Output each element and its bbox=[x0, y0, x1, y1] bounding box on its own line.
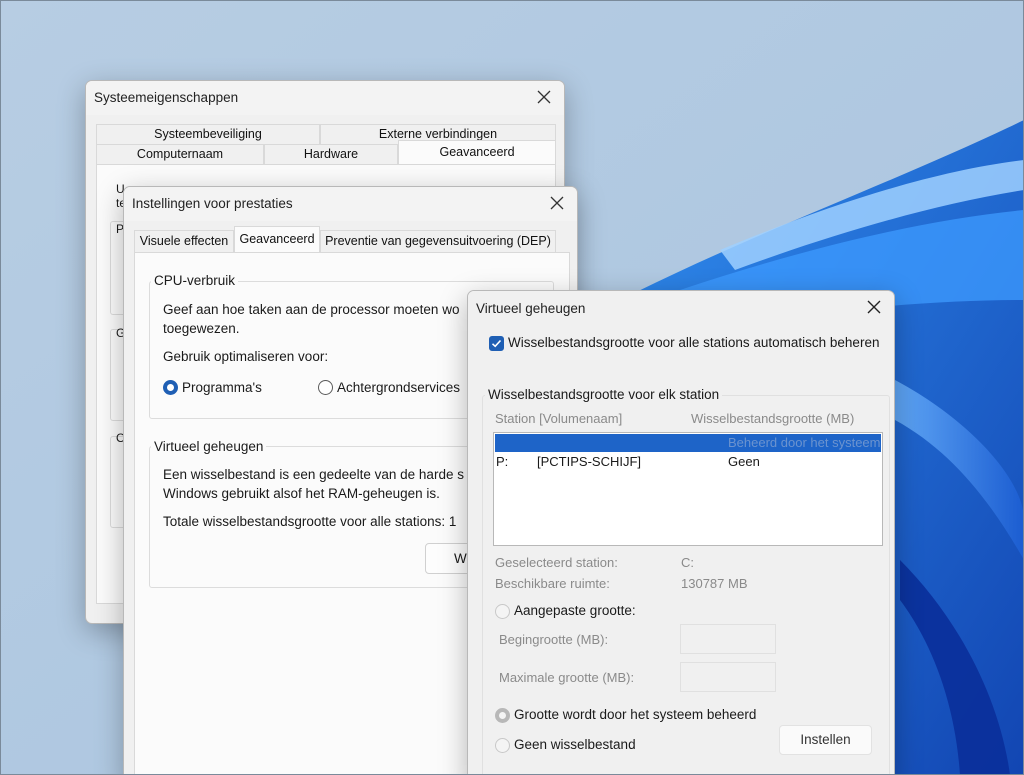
close-icon[interactable] bbox=[866, 299, 882, 315]
programs-label[interactable]: Programma's bbox=[182, 380, 262, 395]
programs-radio[interactable] bbox=[163, 380, 178, 395]
auto-manage-label[interactable]: Wisselbestandsgrootte voor alle stations… bbox=[508, 335, 879, 350]
window-title: Instellingen voor prestaties bbox=[132, 196, 293, 211]
no-paging-radio[interactable] bbox=[495, 738, 510, 753]
tab-system-protection[interactable]: Systeembeveiliging bbox=[96, 124, 320, 145]
no-paging-label[interactable]: Geen wisselbestand bbox=[514, 737, 636, 752]
tab-advanced[interactable]: Geavanceerd bbox=[234, 226, 320, 253]
optimize-label: Gebruik optimaliseren voor: bbox=[163, 349, 329, 364]
window-title: Virtueel geheugen bbox=[476, 301, 586, 316]
drive-size: Beheerd door het systeem bbox=[728, 435, 881, 450]
drive-list[interactable]: C: Beheerd door het systeem P: [PCTIPS-S… bbox=[493, 432, 883, 546]
drive-size: Geen bbox=[728, 454, 760, 469]
custom-size-label[interactable]: Aangepaste grootte: bbox=[514, 603, 636, 618]
system-managed-radio[interactable] bbox=[495, 708, 510, 723]
window-title: Systeemeigenschappen bbox=[94, 90, 239, 105]
auto-manage-checkbox[interactable] bbox=[489, 336, 504, 351]
system-properties-titlebar[interactable]: Systeemeigenschappen bbox=[86, 81, 564, 115]
virtual-memory-window: Virtueel geheugen Wisselbestandsgrootte … bbox=[467, 290, 895, 775]
list-header-drive: Station [Volumenaam] bbox=[495, 411, 623, 426]
background-services-radio[interactable] bbox=[318, 380, 333, 395]
initial-size-label: Begingrootte (MB): bbox=[499, 632, 609, 647]
list-item[interactable]: P: [PCTIPS-SCHIJF] Geen bbox=[495, 453, 881, 471]
close-icon[interactable] bbox=[536, 89, 552, 105]
selected-drive-label: Geselecteerd station: bbox=[495, 555, 618, 570]
set-button-label: Instellen bbox=[800, 732, 851, 747]
selected-drive-value: C: bbox=[681, 555, 694, 570]
tab-computer-name[interactable]: Computernaam bbox=[96, 144, 264, 165]
free-space-value: 130787 MB bbox=[681, 576, 748, 591]
max-size-input[interactable] bbox=[680, 662, 776, 692]
close-icon[interactable] bbox=[549, 195, 565, 211]
performance-options-titlebar[interactable]: Instellingen voor prestaties bbox=[124, 187, 577, 221]
vm-description: Een wisselbestand is een gedeelte van de… bbox=[163, 467, 464, 482]
drive-letter: C: bbox=[496, 435, 509, 450]
list-header-size: Wisselbestandsgrootte (MB) bbox=[691, 411, 855, 426]
virtual-memory-label: Virtueel geheugen bbox=[151, 439, 267, 454]
free-space-label: Beschikbare ruimte: bbox=[495, 576, 610, 591]
per-drive-label: Wisselbestandsgrootte voor elk station bbox=[485, 387, 723, 402]
vm-description: Windows gebruikt alsof het RAM-geheugen … bbox=[163, 486, 440, 501]
virtual-memory-titlebar[interactable]: Virtueel geheugen bbox=[468, 291, 894, 325]
drive-letter: P: bbox=[496, 454, 509, 469]
background-services-label[interactable]: Achtergrondservices bbox=[337, 380, 460, 395]
total-paging-size: Totale wisselbestandsgrootte voor alle s… bbox=[163, 514, 457, 529]
drive-volume: [PCTIPS-SCHIJF] bbox=[537, 454, 642, 469]
system-managed-label[interactable]: Grootte wordt door het systeem beheerd bbox=[514, 707, 766, 722]
tab-hardware[interactable]: Hardware bbox=[264, 144, 398, 165]
list-item[interactable]: C: Beheerd door het systeem bbox=[495, 434, 881, 452]
cpu-usage-label: CPU-verbruik bbox=[151, 273, 239, 288]
cpu-description: Geef aan hoe taken aan de processor moet… bbox=[163, 302, 460, 317]
tab-dep[interactable]: Preventie van gegevensuitvoering (DEP) bbox=[320, 230, 556, 253]
custom-size-radio[interactable] bbox=[495, 604, 510, 619]
max-size-label: Maximale grootte (MB): bbox=[499, 670, 635, 685]
set-button[interactable]: Instellen bbox=[779, 725, 872, 755]
tab-visual-effects[interactable]: Visuele effecten bbox=[134, 230, 234, 253]
tab-advanced[interactable]: Geavanceerd bbox=[398, 140, 556, 165]
cpu-description: toegewezen. bbox=[163, 321, 240, 336]
initial-size-input[interactable] bbox=[680, 624, 776, 654]
